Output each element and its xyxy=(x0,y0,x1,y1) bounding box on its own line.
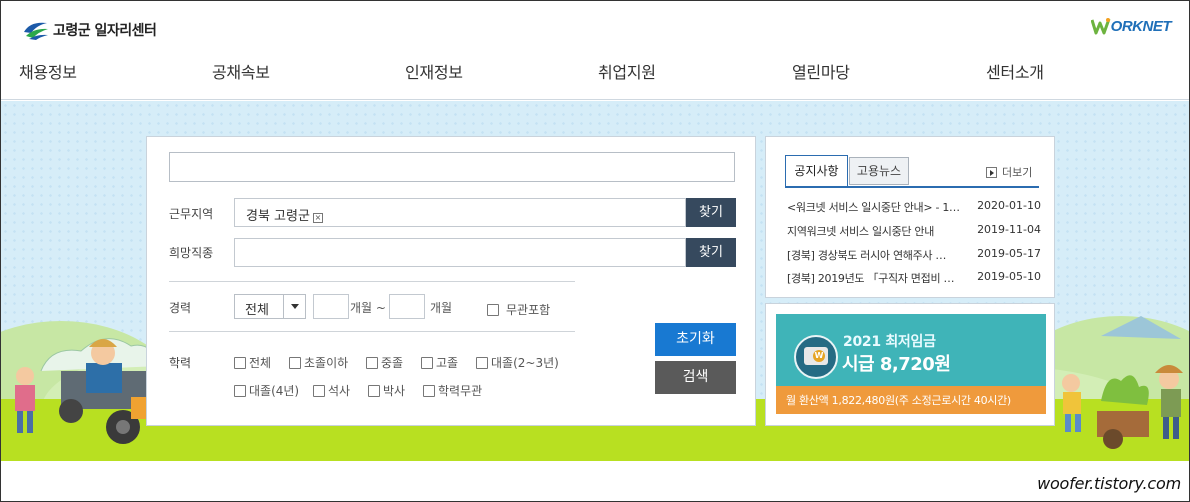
nav-item-jobs[interactable]: 채용정보 xyxy=(19,59,77,83)
notice-panel: 공지사항 고용뉴스 더보기 <워크넷 서비스 일시중단 안내> - 1… 202… xyxy=(765,136,1055,298)
education-option-college-4[interactable]: 대졸(4년) xyxy=(234,382,299,399)
checkbox-icon xyxy=(487,303,499,316)
job-type-field[interactable] xyxy=(234,238,686,267)
region-value: 경북 고령군 xyxy=(246,209,310,224)
checkbox-icon xyxy=(423,384,435,397)
monthly-wage: 월 환산액 1,822,480원(주 소정근로시간 40시간) xyxy=(786,394,1011,407)
notice-item[interactable]: <워크넷 서비스 일시중단 안내> - 1… 2020-01-10 xyxy=(787,199,1041,215)
education-option-college-2-3[interactable]: 대졸(2~3년) xyxy=(476,354,559,371)
divider xyxy=(169,281,575,282)
education-option-masters[interactable]: 석사 xyxy=(313,382,350,399)
education-option-label: 초졸이하 xyxy=(304,356,349,370)
worknet-w-icon xyxy=(1090,18,1111,35)
months-to-suffix: 개월 xyxy=(430,301,453,315)
notice-item[interactable]: [경북] 경상북도 러시아 연해주사 … 2019-05-17 xyxy=(787,247,1041,263)
education-option-all[interactable]: 전체 xyxy=(234,354,271,371)
minimum-wage-banner[interactable]: W 2021 최저임금 시급 8,720원 월 환산액 1,822,480원(주… xyxy=(776,314,1046,414)
footer-area xyxy=(1,461,1189,501)
find-job-type-button[interactable]: 찾기 xyxy=(686,238,736,267)
education-option-label: 대졸(2~3년) xyxy=(491,356,559,370)
hourly-wage: 시급 8,720원 xyxy=(842,354,951,375)
site-header: 고령군 일자리센터 ORKNET 채용정보 공채속보 인재정보 취업지원 열린마… xyxy=(1,1,1189,100)
notice-title: [경북] 경상북도 러시아 연해주사 … xyxy=(787,249,947,262)
checkbox-icon xyxy=(476,356,488,369)
tab-notices[interactable]: 공지사항 xyxy=(785,155,848,187)
notice-item[interactable]: 지역워크넷 서비스 일시중단 안내 2019-11-04 xyxy=(787,223,1041,239)
job-search-panel: 근무지역 경북 고령군 × 찾기 희망직종 찾기 경력 전체 개월 ~ 개월 무관… xyxy=(146,136,756,426)
keyword-input[interactable] xyxy=(169,152,735,182)
career-any-label: 무관포함 xyxy=(506,303,551,317)
find-region-button[interactable]: 찾기 xyxy=(686,198,736,227)
logo-text: 고령군 일자리센터 xyxy=(53,23,157,39)
notice-date: 2019-05-10 xyxy=(977,270,1041,283)
wallet-coin-icon: W xyxy=(794,335,838,379)
career-months-from-input[interactable] xyxy=(313,294,349,319)
nav-item-center-intro[interactable]: 센터소개 xyxy=(986,59,1044,83)
notice-date: 2019-05-17 xyxy=(977,247,1041,260)
career-months-to-input[interactable] xyxy=(389,294,425,319)
region-label: 근무지역 xyxy=(169,207,214,221)
checkbox-icon xyxy=(313,384,325,397)
education-option-label: 전체 xyxy=(249,356,272,370)
notice-title: <워크넷 서비스 일시중단 안내> - 1… xyxy=(787,201,960,214)
education-option-label: 박사 xyxy=(383,384,406,398)
job-type-label: 희망직종 xyxy=(169,246,214,260)
notice-item[interactable]: [경북] 2019년도 「구직자 면접비 … 2019-05-10 xyxy=(787,270,1041,286)
education-option-label: 중졸 xyxy=(381,356,404,370)
nav-item-open-recruitment[interactable]: 공채속보 xyxy=(212,59,270,83)
more-label: 더보기 xyxy=(1002,166,1033,179)
remove-region-icon[interactable]: × xyxy=(312,213,323,223)
region-field[interactable]: 경북 고령군 × xyxy=(234,198,686,227)
site-logo[interactable]: 고령군 일자리센터 xyxy=(23,19,157,41)
won-coin-icon: W xyxy=(813,350,825,362)
education-option-any[interactable]: 학력무관 xyxy=(423,382,482,399)
education-option-label: 대졸(4년) xyxy=(249,384,300,398)
notice-date: 2020-01-10 xyxy=(977,199,1041,212)
checkbox-icon xyxy=(289,356,301,369)
tab-employment-news[interactable]: 고용뉴스 xyxy=(849,157,909,185)
goryeong-logo-icon xyxy=(24,22,48,40)
education-option-doctorate[interactable]: 박사 xyxy=(368,382,405,399)
search-button[interactable]: 검색 xyxy=(655,361,736,394)
notice-date: 2019-11-04 xyxy=(977,223,1041,236)
chevron-down-icon xyxy=(283,295,305,318)
worknet-logo[interactable]: ORKNET xyxy=(1090,17,1172,35)
education-option-middle[interactable]: 중졸 xyxy=(366,354,403,371)
worknet-text: ORKNET xyxy=(1110,17,1172,35)
notice-title: [경북] 2019년도 「구직자 면접비 … xyxy=(787,272,955,285)
main-nav: 채용정보 공채속보 인재정보 취업지원 열린마당 센터소개 xyxy=(1,59,1189,83)
reset-button[interactable]: 초기화 xyxy=(655,323,736,356)
arrow-right-icon xyxy=(986,166,997,178)
wage-year-title: 2021 최저임금 xyxy=(843,334,936,350)
education-option-high[interactable]: 고졸 xyxy=(421,354,458,371)
nav-item-talent[interactable]: 인재정보 xyxy=(405,59,463,83)
minimum-wage-banner-frame: W 2021 최저임금 시급 8,720원 월 환산액 1,822,480원(주… xyxy=(765,303,1055,426)
career-selected-value: 전체 xyxy=(245,303,269,318)
education-option-elementary[interactable]: 초졸이하 xyxy=(289,354,348,371)
checkbox-icon xyxy=(234,384,246,397)
education-option-label: 석사 xyxy=(328,384,351,398)
more-link[interactable]: 더보기 xyxy=(986,164,1032,180)
education-option-label: 학력무관 xyxy=(438,384,483,398)
notice-title: 지역워크넷 서비스 일시중단 안내 xyxy=(787,225,935,238)
nav-item-employment-support[interactable]: 취업지원 xyxy=(598,59,656,83)
career-any-checkbox[interactable]: 무관포함 xyxy=(487,301,550,318)
education-label: 학력 xyxy=(169,356,192,370)
page-frame: 고령군 일자리센터 ORKNET 채용정보 공채속보 인재정보 취업지원 열린마… xyxy=(0,0,1190,502)
checkbox-icon xyxy=(234,356,246,369)
checkbox-icon xyxy=(421,356,433,369)
divider xyxy=(169,331,575,332)
career-label: 경력 xyxy=(169,301,192,315)
nav-item-community[interactable]: 열린마당 xyxy=(792,59,850,83)
career-select[interactable]: 전체 xyxy=(234,294,306,319)
tab-underline xyxy=(785,186,1039,188)
checkbox-icon xyxy=(368,384,380,397)
months-from-suffix: 개월 ~ xyxy=(350,301,386,315)
watermark: woofer.tistory.com xyxy=(1037,474,1181,493)
education-option-label: 고졸 xyxy=(436,356,459,370)
checkbox-icon xyxy=(366,356,378,369)
